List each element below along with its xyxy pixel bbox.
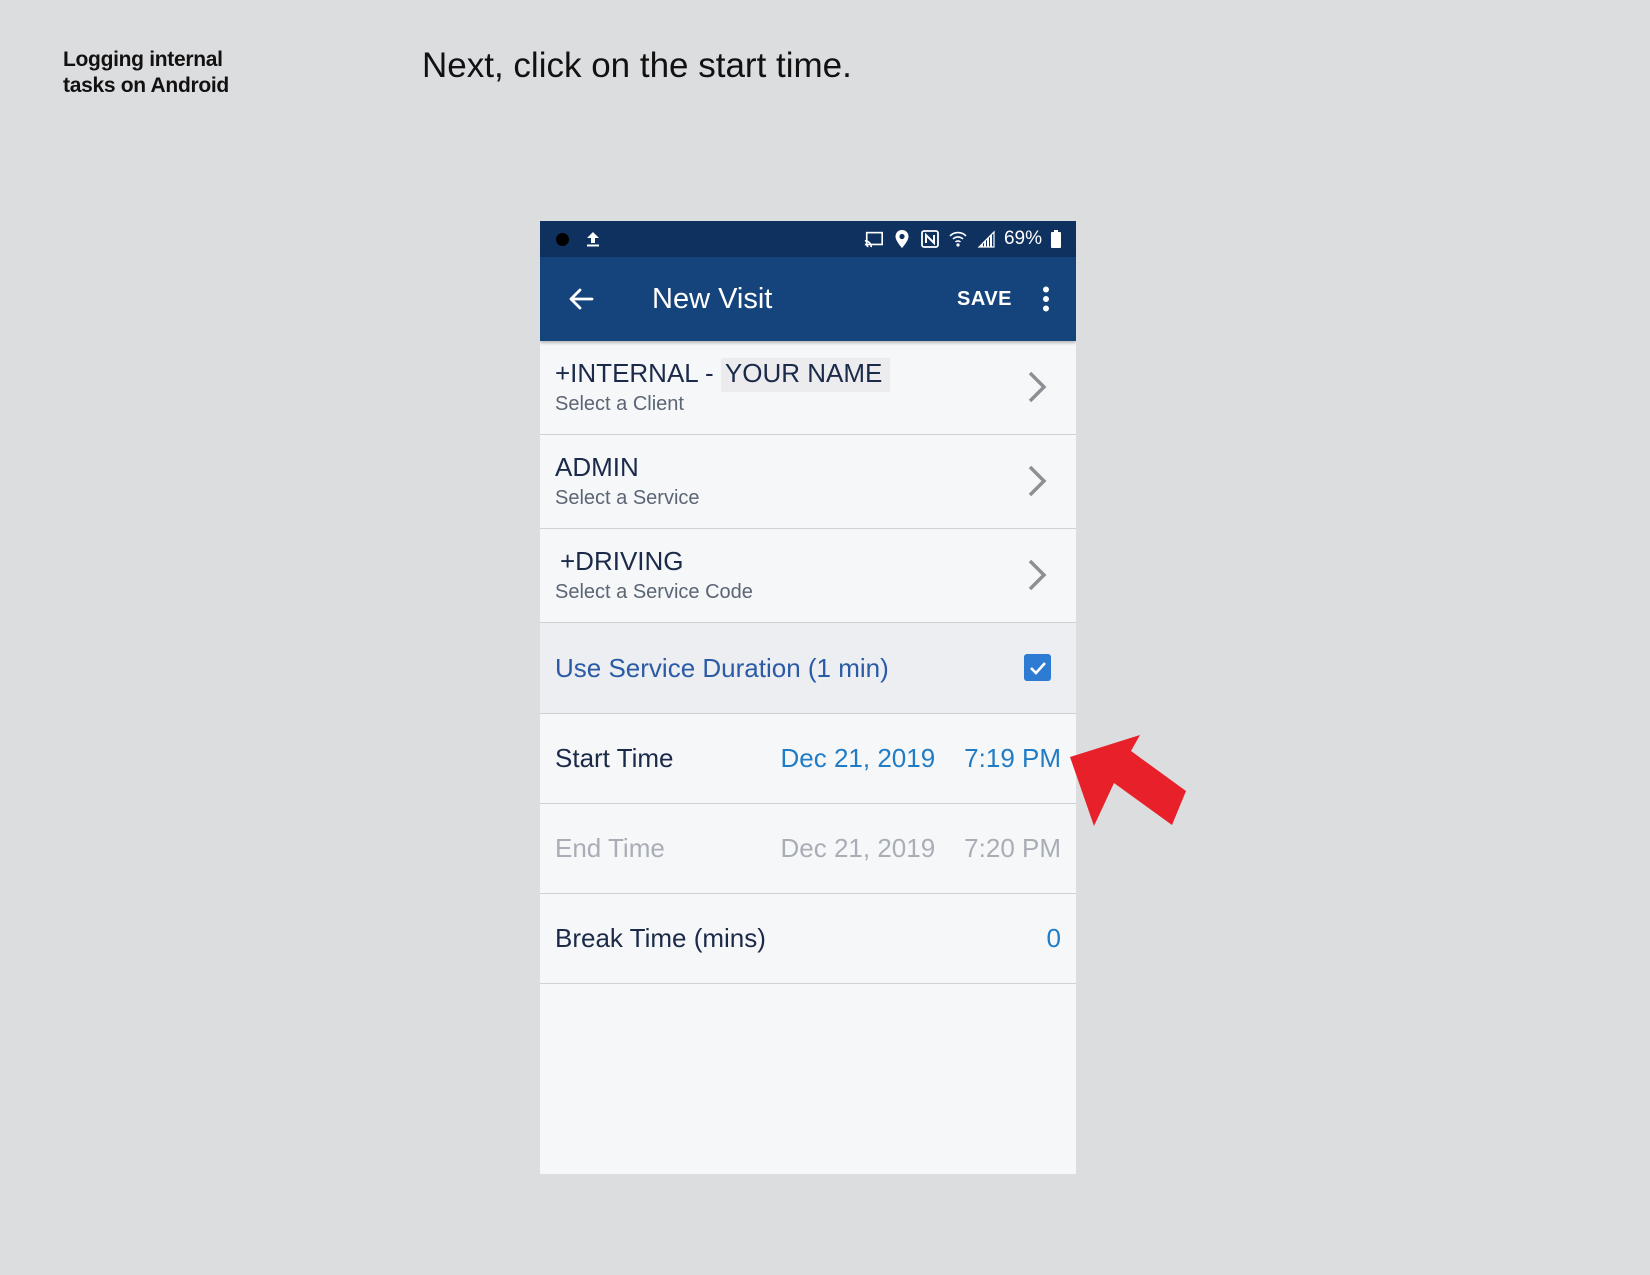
cast-icon — [864, 231, 883, 248]
notification-dot-icon — [556, 232, 569, 246]
use-service-duration-checkbox[interactable] — [1024, 654, 1051, 681]
break-time-label: Break Time (mins) — [555, 923, 766, 953]
chevron-right-icon — [1028, 371, 1047, 403]
app-bar: New Visit SAVE — [540, 257, 1076, 341]
battery-percent: 69% — [1003, 228, 1042, 249]
phone-screen: 69% New Visit SAVE +INTERNAL - YOUR NAME… — [540, 221, 1076, 1174]
client-selector[interactable]: +INTERNAL - YOUR NAME Select a Client — [540, 341, 1076, 435]
end-date-value: Dec 21, 2019 — [780, 833, 936, 863]
pointer-arrow-icon — [1070, 735, 1186, 826]
overflow-menu-button[interactable] — [1026, 279, 1066, 319]
nfc-icon — [921, 230, 939, 248]
page-title: New Visit — [652, 282, 773, 315]
start-time-label: Start Time — [555, 743, 674, 773]
end-time-value: 7:20 PM — [964, 833, 1061, 863]
signal-icon — [977, 230, 995, 248]
service-value: ADMIN — [555, 452, 639, 482]
client-name: YOUR NAME — [720, 358, 891, 392]
use-service-duration-toggle[interactable]: Use Service Duration (1 min) — [540, 623, 1076, 714]
use-service-duration-label: Use Service Duration (1 min) — [555, 652, 889, 683]
checkmark-icon — [1029, 661, 1046, 675]
chevron-right-icon — [1028, 559, 1047, 591]
service-code-value: +DRIVING — [560, 546, 684, 576]
battery-icon — [1051, 230, 1061, 248]
location-icon — [895, 230, 909, 248]
wifi-icon — [949, 231, 967, 247]
service-code-sub-label: Select a Service Code — [555, 581, 753, 603]
client-value: +INTERNAL - YOUR NAME — [555, 357, 1076, 392]
guide-title: Logging internal tasks on Android — [63, 47, 229, 99]
start-time-row[interactable]: Start Time Dec 21, 2019 7:19 PM — [540, 714, 1076, 804]
service-code-selector[interactable]: +DRIVING Select a Service Code — [540, 529, 1076, 623]
client-sub-label: Select a Client — [555, 393, 684, 415]
status-bar: 69% — [540, 221, 1076, 257]
guide-title-line-2: tasks on Android — [63, 74, 229, 97]
end-time-label: End Time — [555, 833, 665, 863]
back-button[interactable] — [564, 282, 598, 316]
start-date-value[interactable]: Dec 21, 2019 — [781, 743, 936, 774]
start-time-value[interactable]: 7:19 PM — [964, 743, 1061, 774]
service-selector[interactable]: ADMIN Select a Service — [540, 435, 1076, 529]
break-time-value[interactable]: 0 — [1047, 923, 1061, 954]
chevron-right-icon — [1028, 465, 1047, 497]
instruction-text: Next, click on the start time. — [422, 46, 852, 85]
end-time-row: End Time Dec 21, 2019 7:20 PM — [540, 804, 1076, 894]
back-arrow-icon — [569, 288, 594, 310]
save-button[interactable]: SAVE — [957, 288, 1012, 311]
client-prefix: +INTERNAL - — [555, 358, 714, 388]
service-sub-label: Select a Service — [555, 487, 700, 509]
upload-icon — [587, 232, 599, 247]
more-vert-icon — [1043, 286, 1049, 312]
guide-title-line-1: Logging internal — [63, 48, 223, 71]
break-time-row[interactable]: Break Time (mins) 0 — [540, 894, 1076, 984]
